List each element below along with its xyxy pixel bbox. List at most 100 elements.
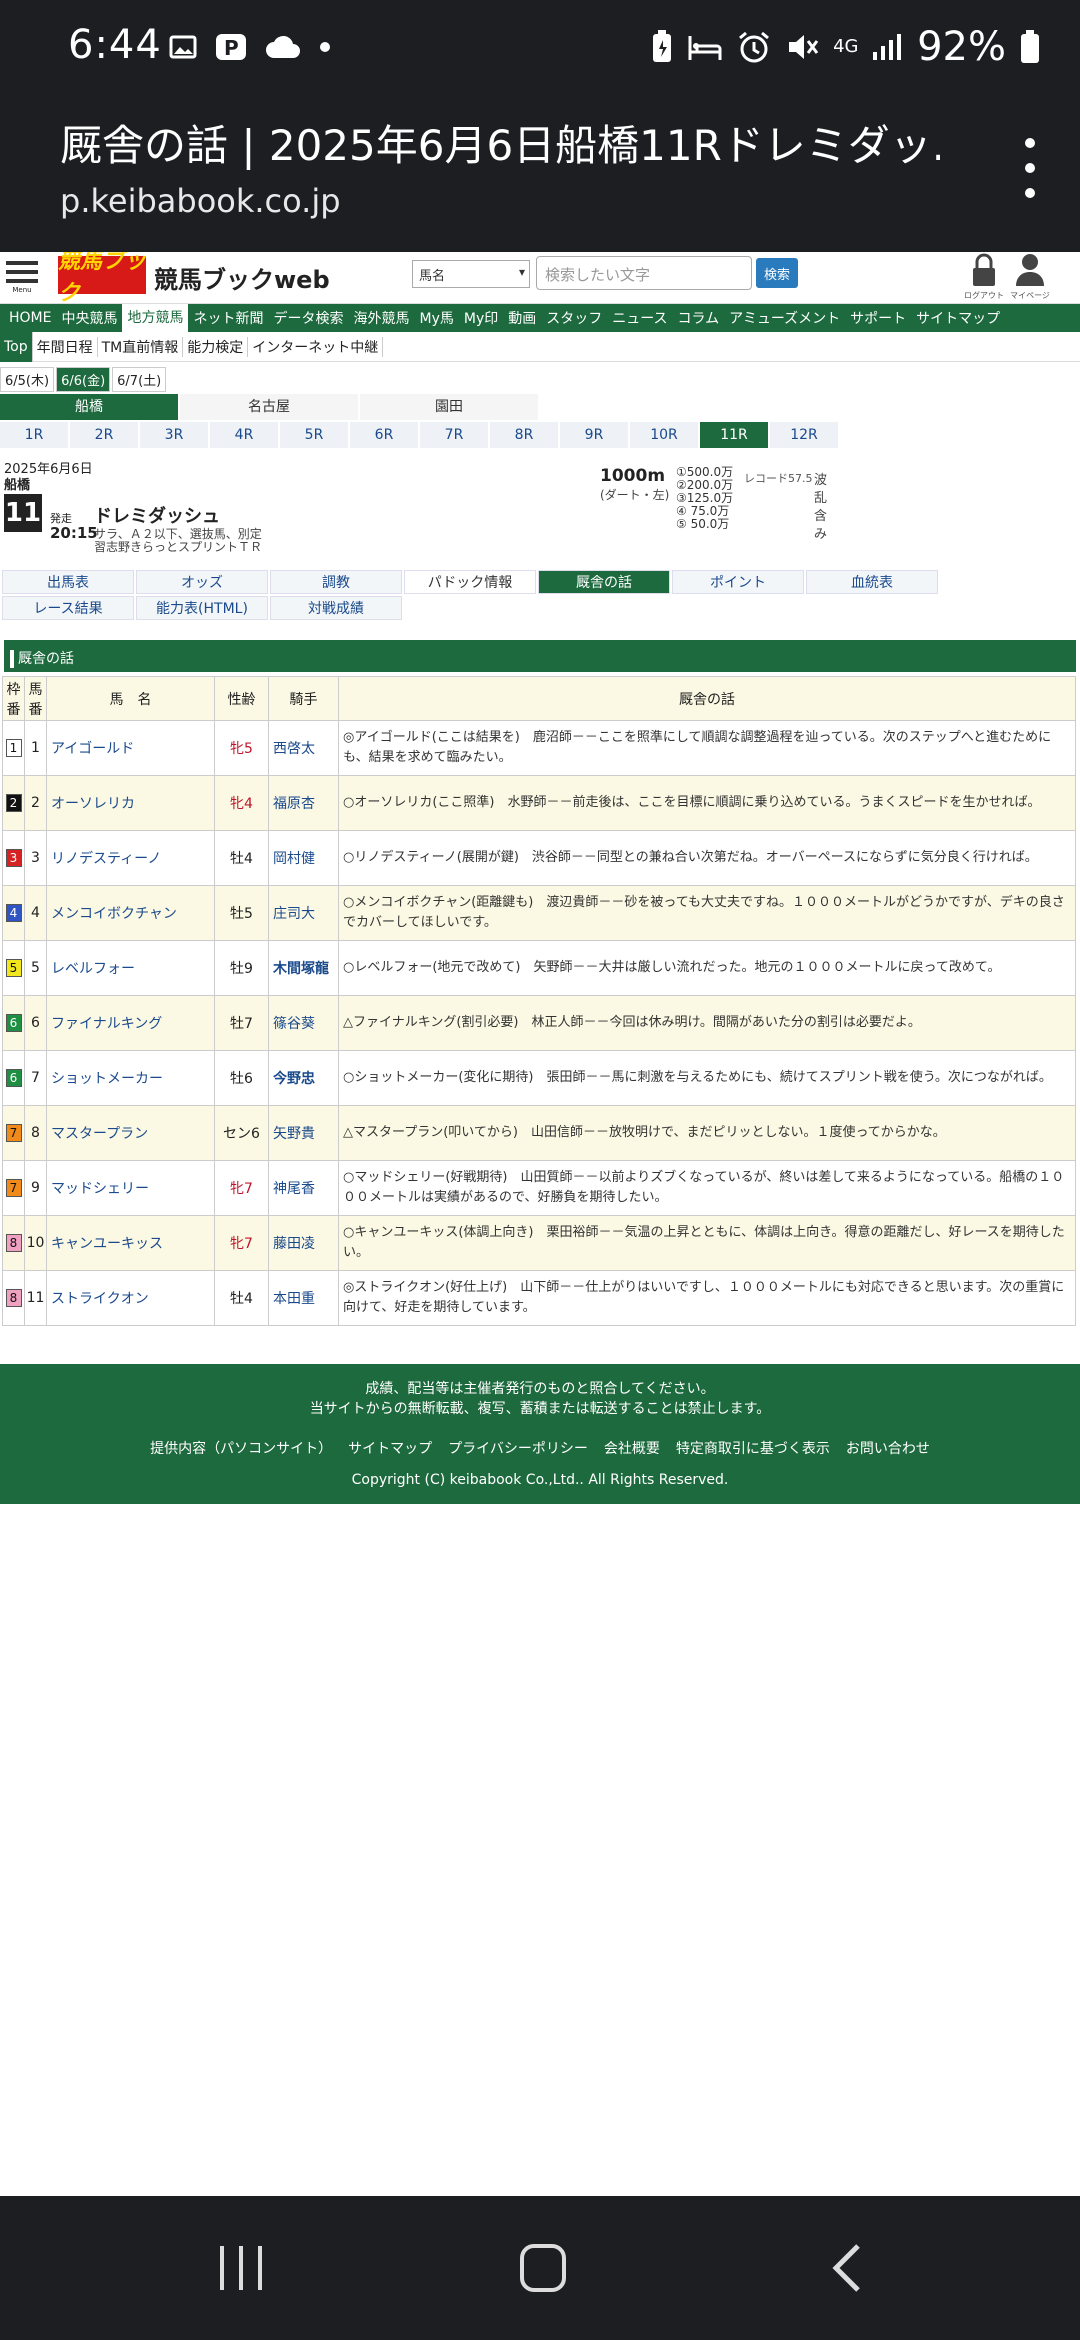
nav-item[interactable]: アミューズメント: [724, 308, 845, 328]
nav-item[interactable]: 中央競馬: [56, 308, 122, 328]
venue-tab[interactable]: 名古屋: [180, 394, 358, 420]
race-tab[interactable]: 9R: [560, 422, 628, 448]
nav-item[interactable]: コラム: [673, 308, 725, 328]
tab-pedigree[interactable]: 血統表: [806, 570, 938, 594]
url-text[interactable]: p.keibabook.co.jp: [60, 182, 341, 220]
footer-link[interactable]: プライバシーポリシー: [448, 1438, 588, 1458]
search-type-select[interactable]: 馬名: [412, 260, 530, 288]
nav-item[interactable]: データ検索: [268, 308, 348, 328]
nav-item[interactable]: 海外競馬: [348, 308, 414, 328]
subnav-item[interactable]: インターネット中継: [248, 336, 384, 357]
site-logo[interactable]: 競馬ブック: [58, 252, 146, 306]
nav-item[interactable]: HOME: [4, 310, 56, 326]
menu-label: Menu: [12, 286, 32, 294]
jockey-link[interactable]: 庄司大: [268, 885, 339, 941]
back-icon[interactable]: [826, 2240, 866, 2296]
tab-points[interactable]: ポイント: [672, 570, 804, 594]
jockey-link[interactable]: 岡村健: [268, 830, 339, 886]
nav-item[interactable]: 動画: [503, 308, 541, 328]
date-tab[interactable]: 6/7(土): [112, 366, 167, 392]
race-tab[interactable]: 6R: [350, 422, 418, 448]
footer-link[interactable]: 提供内容（パソコンサイト）: [150, 1438, 332, 1458]
race-tab[interactable]: 5R: [280, 422, 348, 448]
race-info: 2025年6月6日 船橋 11 発走 20:15 ドレミダッシュ サラ、Ａ２以下…: [0, 452, 840, 568]
page-title[interactable]: 厩舎の話 | 2025年6月6日船橋11Rドレミダッ...: [60, 112, 940, 173]
jockey-link[interactable]: 本田重: [268, 1270, 339, 1326]
nav-item[interactable]: サイトマップ: [911, 308, 1005, 328]
nav-item-active[interactable]: 地方競馬: [122, 304, 189, 332]
race-tab[interactable]: 12R: [770, 422, 838, 448]
more-options-icon[interactable]: [1020, 138, 1040, 198]
nav-item[interactable]: ニュース: [607, 308, 672, 328]
mypage-button[interactable]: マイページ: [1010, 252, 1050, 301]
nav-item[interactable]: My馬: [414, 308, 458, 328]
race-tab-active[interactable]: 11R: [700, 422, 768, 448]
jockey-link[interactable]: 藤田凌: [268, 1215, 339, 1271]
tab-entries[interactable]: 出馬表: [2, 570, 134, 594]
uma-cell: 9: [24, 1160, 47, 1216]
footer-link[interactable]: サイトマップ: [348, 1438, 432, 1458]
footer-link[interactable]: 会社概要: [604, 1438, 660, 1458]
horse-name-link[interactable]: リノデスティーノ: [46, 830, 215, 886]
subnav-item[interactable]: TM直前情報: [98, 336, 184, 357]
tab-head-to-head[interactable]: 対戦成績: [270, 596, 402, 620]
race-tab[interactable]: 7R: [420, 422, 488, 448]
nav-item[interactable]: サポート: [845, 308, 911, 328]
race-tab[interactable]: 4R: [210, 422, 278, 448]
tab-training[interactable]: 調教: [270, 570, 402, 594]
subnav-item[interactable]: 年間日程: [33, 336, 98, 357]
race-tag-char: 乱: [814, 491, 828, 506]
race-tab[interactable]: 8R: [490, 422, 558, 448]
race-tab[interactable]: 2R: [70, 422, 138, 448]
jockey-link[interactable]: 西啓太: [268, 720, 339, 776]
brand-name[interactable]: 競馬ブックweb: [154, 260, 330, 295]
recent-apps-icon[interactable]: [216, 2240, 266, 2296]
horse-name-link[interactable]: オーソレリカ: [46, 775, 215, 831]
sex-age: 牡4: [214, 1270, 269, 1326]
horse-name-link[interactable]: ストライクオン: [46, 1270, 215, 1326]
sex-age: 牝7: [214, 1160, 269, 1216]
horse-name-link[interactable]: キャンユーキッス: [46, 1215, 215, 1271]
hamburger-menu-icon[interactable]: Menu: [6, 256, 38, 294]
horse-name-link[interactable]: メンコイボクチャン: [46, 885, 215, 941]
tab-ability[interactable]: 能力表(HTML): [136, 596, 268, 620]
jockey-link[interactable]: 矢野貴: [268, 1105, 339, 1161]
nav-item[interactable]: My印: [459, 308, 503, 328]
race-tab[interactable]: 10R: [630, 422, 698, 448]
tab-stable-comments[interactable]: 厩舎の話: [538, 570, 670, 594]
date-tab-active[interactable]: 6/6(金): [56, 366, 111, 392]
horse-name-link[interactable]: マスタープラン: [46, 1105, 215, 1161]
nav-item[interactable]: ネット新聞: [188, 308, 268, 328]
jockey-link[interactable]: 今野忠: [268, 1050, 339, 1106]
tab-paddock[interactable]: パドック情報: [404, 570, 536, 594]
horse-name-link[interactable]: アイゴールド: [46, 720, 215, 776]
race-distance: 1000m: [600, 466, 666, 486]
horse-name-link[interactable]: ショットメーカー: [46, 1050, 215, 1106]
horse-name-link[interactable]: レベルフォー: [46, 940, 215, 996]
nav-item[interactable]: スタッフ: [541, 308, 607, 328]
race-tab[interactable]: 1R: [0, 422, 68, 448]
waku-cell: 6: [2, 1050, 25, 1106]
jockey-link[interactable]: 篠谷葵: [268, 995, 339, 1051]
home-icon[interactable]: [518, 2240, 568, 2296]
search-input[interactable]: 検索したい文字: [536, 256, 752, 290]
date-tab[interactable]: 6/5(木): [0, 366, 55, 392]
tab-odds[interactable]: オッズ: [136, 570, 268, 594]
race-tab[interactable]: 3R: [140, 422, 208, 448]
venue-tab[interactable]: 園田: [360, 394, 538, 420]
footer-link[interactable]: お問い合わせ: [846, 1438, 930, 1458]
jockey-link[interactable]: 木間塚龍: [268, 940, 339, 996]
tab-results[interactable]: レース結果: [2, 596, 134, 620]
horse-name-link[interactable]: ファイナルキング: [46, 995, 215, 1051]
battery-saver-icon: [653, 30, 672, 62]
venue-tab-active[interactable]: 船橋: [0, 394, 178, 420]
subnav-item[interactable]: 能力検定: [183, 336, 249, 357]
jockey-link[interactable]: 福原杏: [268, 775, 339, 831]
horse-name-link[interactable]: マッドシェリー: [46, 1160, 215, 1216]
waku-badge: 8: [5, 1234, 22, 1252]
logout-button[interactable]: ログアウト: [964, 252, 1004, 301]
subnav-item-active[interactable]: Top: [0, 331, 33, 362]
footer-link[interactable]: 特定商取引に基づく表示: [676, 1438, 830, 1458]
search-button[interactable]: 検索: [756, 258, 798, 288]
jockey-link[interactable]: 神尾香: [268, 1160, 339, 1216]
